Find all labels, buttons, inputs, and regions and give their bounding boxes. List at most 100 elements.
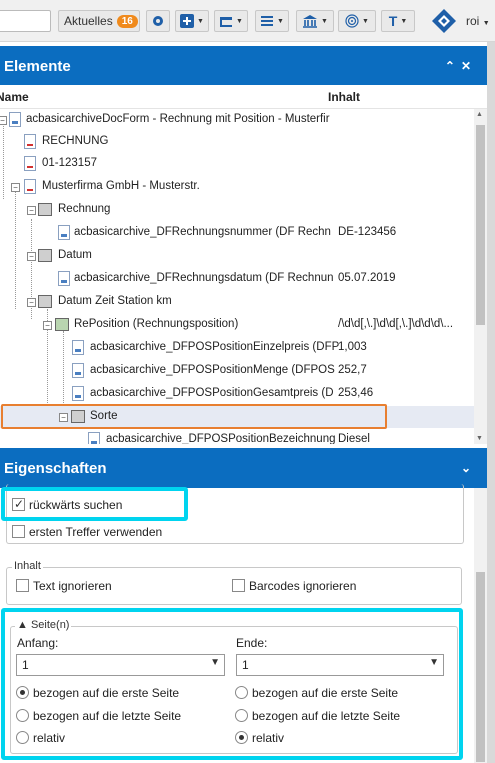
- inhalt-legend: Inhalt: [12, 560, 43, 572]
- text-field-icon: [24, 156, 36, 171]
- right-edge: [487, 42, 495, 763]
- tree-row-label: Rechnung: [58, 203, 111, 215]
- field-icon: [58, 271, 70, 286]
- archive-menu-button[interactable]: ▼: [296, 10, 334, 32]
- tree-row-label: 01-123157: [42, 157, 97, 169]
- close-icon[interactable]: ✕: [461, 59, 477, 73]
- text-field-icon: [24, 134, 36, 149]
- ersten-treffer-checkbox[interactable]: [12, 525, 25, 538]
- tree-row-value: DE-123456: [338, 226, 397, 238]
- tree-row[interactable]: acbasicarchive_DFPOSPositionEinzelpreis …: [0, 337, 474, 359]
- tree-row-value: 05.07.2019: [338, 272, 396, 284]
- tree-row-value: 252,7: [338, 364, 367, 376]
- text-ignorieren-label: Text ignorieren: [33, 579, 112, 593]
- properties-body: rückwärts suchen ersten Treffer verwende…: [0, 484, 487, 763]
- text-t-icon: T: [388, 13, 398, 29]
- plus-icon: [180, 14, 195, 28]
- user-label: roi: [466, 14, 480, 28]
- tree-row[interactable]: acbasicarchive_DFPOSPositionMenge (DFPOS…: [0, 360, 474, 382]
- field-icon: [88, 432, 100, 444]
- collapse-toggle[interactable]: −: [27, 252, 36, 261]
- eigenschaften-panel-header: Eigenschaften ⌄: [0, 448, 487, 488]
- ersten-treffer-label: ersten Treffer verwenden: [29, 525, 163, 539]
- field-icon: [58, 225, 70, 240]
- tree-row[interactable]: − Datum Zeit Station km: [0, 291, 474, 313]
- tree-row[interactable]: acbasicarchive_DFPOSPositionGesamtpreis …: [0, 383, 474, 405]
- collapse-toggle[interactable]: −: [27, 298, 36, 307]
- scroll-thumb[interactable]: [476, 572, 485, 762]
- scroll-thumb[interactable]: [476, 125, 485, 325]
- tree-row[interactable]: acbasicarchive_DFRechnungsnummer (DF Rec…: [0, 222, 474, 244]
- collapse-toggle[interactable]: −: [27, 206, 36, 215]
- list-menu-button[interactable]: ▼: [255, 10, 289, 32]
- aktuelles-button[interactable]: Aktuelles 16: [58, 10, 140, 32]
- collapse-toggle[interactable]: −: [11, 183, 20, 192]
- tree-row[interactable]: − acbasicarchiveDocForm - Rechnung mit P…: [0, 109, 474, 131]
- field-icon: [72, 386, 84, 401]
- tree-row[interactable]: − RePosition (Rechnungsposition) /\d\d[,…: [0, 314, 474, 336]
- highlight-sorte-row: [1, 404, 387, 429]
- tree-row-value: 1,003: [338, 341, 367, 353]
- tree-row-label: acbasicarchive_DFPOSPositionGesamtpreis …: [90, 387, 334, 399]
- scroll-down-icon[interactable]: ▼: [476, 435, 483, 442]
- tree-row-label: Musterfirma GmbH - Musterstr.: [42, 180, 200, 192]
- document-icon: [9, 112, 21, 127]
- tree-row-label: acbasicarchive_DFRechnungsdatum (DF Rech…: [74, 272, 334, 284]
- tree-row[interactable]: − Rechnung: [0, 199, 474, 221]
- fingerprint-icon: [345, 14, 359, 28]
- group-icon: [38, 203, 52, 216]
- group-icon: [38, 295, 52, 308]
- aktuelles-label: Aktuelles: [64, 14, 113, 28]
- folder-icon: [220, 16, 233, 27]
- fingerprint-menu-button[interactable]: ▼: [338, 10, 376, 32]
- tree-row-label: RePosition (Rechnungsposition): [74, 318, 239, 330]
- tree-row-label: acbasicarchive_DFPOSPositionEinzelpreis …: [90, 341, 340, 353]
- eigenschaften-title: Eigenschaften: [4, 459, 107, 477]
- text-menu-button[interactable]: T ▼: [381, 10, 415, 32]
- tree-row-value: Diesel: [338, 433, 370, 444]
- tree-row-value: /\d\d[,\.]\d\d[,\.]\d\d\d\...: [338, 318, 454, 330]
- properties-scrollbar[interactable]: [474, 488, 487, 763]
- field-icon: [72, 363, 84, 378]
- settings-gear-button[interactable]: [146, 10, 170, 32]
- col-name[interactable]: Name: [0, 90, 29, 104]
- panel-controls[interactable]: ⌃✕: [445, 59, 477, 73]
- tree-row-label: acbasicarchiveDocForm - Rechnung mit Pos…: [26, 113, 330, 125]
- collapse-toggle[interactable]: −: [43, 321, 52, 330]
- tree-row-label: acbasicarchive_DFPOSPositionMenge (DFPOS: [90, 364, 335, 376]
- tree-row[interactable]: − Datum: [0, 245, 474, 267]
- text-ignorieren-checkbox[interactable]: [16, 579, 29, 592]
- gear-icon: [153, 16, 163, 26]
- text-field-icon: [24, 179, 36, 194]
- tree-row-label: acbasicarchive_DFRechnungsnummer (DF Rec…: [74, 226, 331, 238]
- col-inhalt[interactable]: Inhalt: [328, 90, 360, 104]
- collapse-toggle[interactable]: −: [0, 116, 7, 125]
- tree-row-label: RECHNUNG: [42, 135, 109, 147]
- user-menu[interactable]: roi ▼: [466, 14, 490, 28]
- position-group-icon: [55, 318, 69, 331]
- barcodes-ignorieren-checkbox[interactable]: [232, 579, 245, 592]
- collapse-icon[interactable]: ⌃: [445, 59, 461, 73]
- tree-scrollbar[interactable]: ▲ ▼: [474, 109, 487, 444]
- list-icon: [261, 16, 274, 26]
- add-menu-button[interactable]: ▼: [175, 10, 209, 32]
- barcodes-ignorieren-label: Barcodes ignorieren: [249, 579, 357, 593]
- tree-row[interactable]: acbasicarchive_DFRechnungsdatum (DF Rech…: [0, 268, 474, 290]
- scroll-up-icon[interactable]: ▲: [476, 111, 483, 118]
- highlight-seiten: [1, 608, 463, 760]
- tree-row[interactable]: − Musterfirma GmbH - Musterstr.: [0, 176, 474, 198]
- folder-menu-button[interactable]: ▼: [214, 10, 248, 32]
- tree-row-label: Datum Zeit Station km: [58, 295, 172, 307]
- tree-row[interactable]: acbasicarchive_DFPOSPositionBezeichnung …: [0, 429, 474, 444]
- tree-row[interactable]: RECHNUNG: [0, 131, 474, 153]
- highlight-rueckwaerts: [1, 487, 188, 521]
- group-icon: [38, 249, 52, 262]
- tree-row-value: 253,46: [338, 387, 374, 399]
- tree-row-label: acbasicarchive_DFPOSPositionBezeichnung: [106, 433, 336, 444]
- app-logo-icon: [432, 9, 456, 33]
- tree-row[interactable]: 01-123157: [0, 153, 474, 175]
- field-icon: [72, 340, 84, 355]
- elemente-title: Elemente: [4, 57, 71, 75]
- search-input[interactable]: [0, 10, 51, 32]
- expand-icon[interactable]: ⌄: [461, 461, 477, 475]
